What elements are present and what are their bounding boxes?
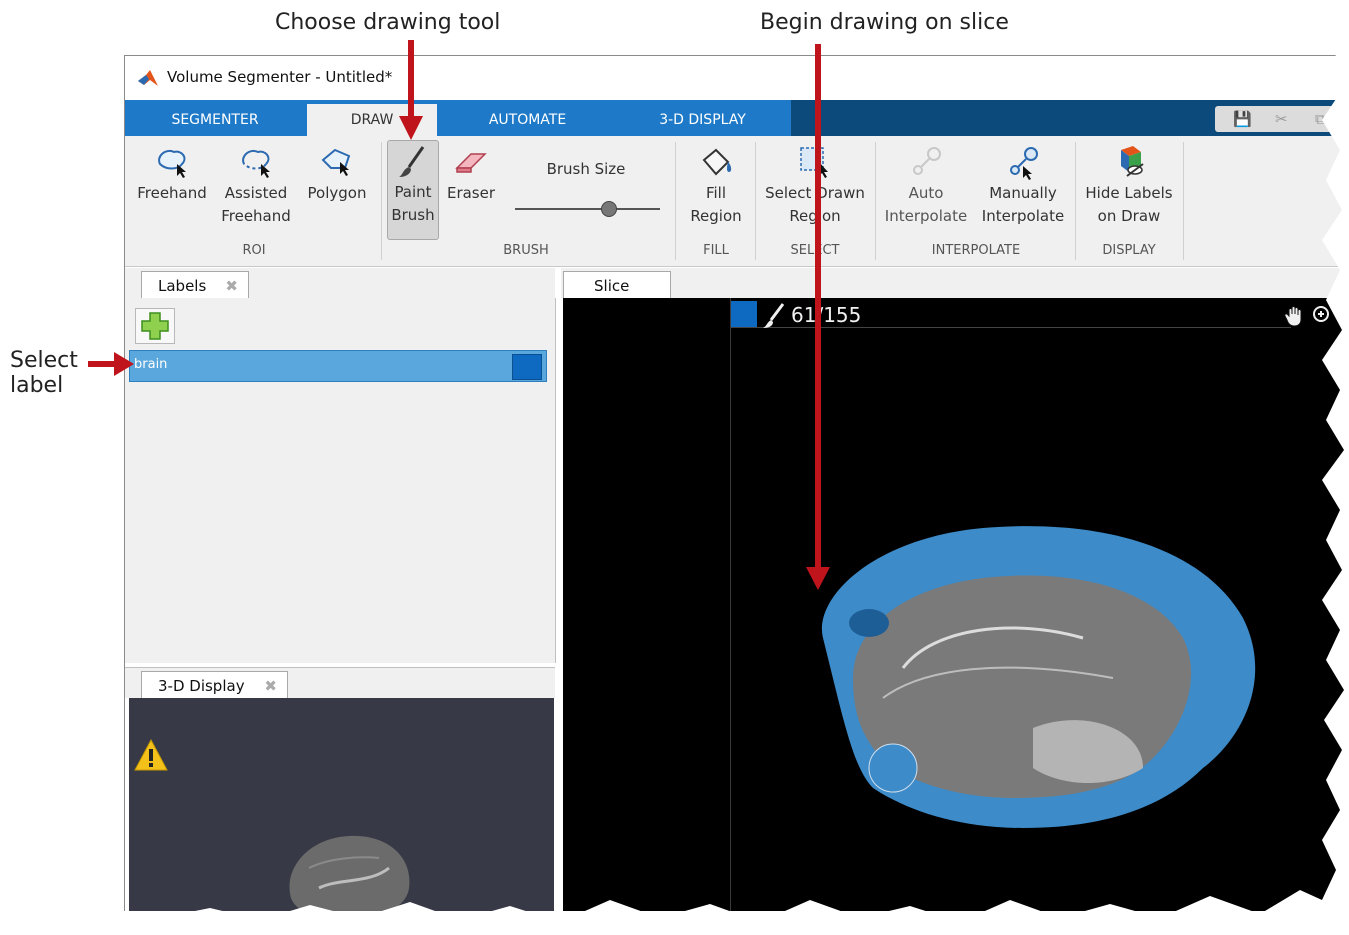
annotation-arrows [88, 40, 830, 590]
arrow-to-slice [806, 44, 830, 590]
arrow-to-paint-brush [399, 40, 423, 140]
arrow-to-label [88, 352, 134, 376]
